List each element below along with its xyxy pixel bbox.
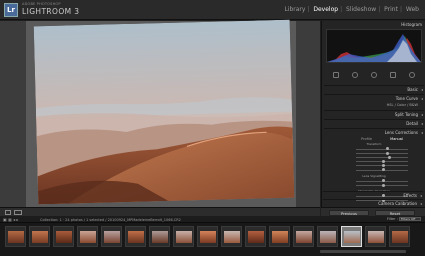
graduated-filter-icon[interactable] (390, 72, 397, 78)
filmstrip-thumb[interactable] (101, 226, 122, 247)
filmstrip-scrollbar[interactable] (320, 250, 406, 253)
tab-profile[interactable]: Profile (361, 137, 372, 141)
filmstrip-thumb[interactable] (293, 226, 314, 247)
spot-removal-icon[interactable] (351, 72, 358, 78)
histogram (326, 29, 422, 63)
app-logo: Lr (4, 3, 18, 17)
tool-strip (326, 70, 422, 80)
subhead-transform: Transform (366, 142, 382, 146)
right-panel: Histogram Basic Tone Curve HSL / Color /… (321, 21, 425, 207)
breadcrumb[interactable]: Collection: 1 · 24 photos / 1 selected /… (40, 218, 181, 222)
filter-control: Filter : Filters Off (386, 216, 421, 221)
back-icon[interactable]: ◂ (13, 217, 15, 222)
filmstrip-thumb[interactable] (365, 226, 386, 247)
top-bar: Lr ADOBE PHOTOSHOP LIGHTROOM 3 Library | … (0, 0, 425, 20)
filter-dropdown[interactable]: Filters Off (399, 216, 421, 221)
filmstrip-header: ▣ ▦ ◂ ▸ Collection: 1 · 24 photos / 1 se… (0, 216, 425, 223)
filmstrip-thumb[interactable] (269, 226, 290, 247)
filmstrip-thumb[interactable] (197, 226, 218, 247)
slider-row[interactable] (328, 168, 420, 172)
filmstrip-thumb[interactable] (173, 226, 194, 247)
bottom-toolbar (0, 207, 320, 216)
module-picker: Library | Develop | Slideshow | Print | Web (282, 6, 421, 13)
dune-photo-svg (33, 19, 295, 205)
lightroom-window: Lr ADOBE PHOTOSHOP LIGHTROOM 3 Library | … (0, 0, 425, 256)
filmstrip-thumb[interactable] (317, 226, 338, 247)
tab-manual[interactable]: Manual (390, 137, 403, 141)
loupe-view-icon[interactable] (5, 210, 11, 215)
module-print[interactable]: Print (382, 6, 400, 13)
filmstrip-thumb[interactable] (389, 226, 410, 247)
filmstrip-thumb[interactable] (221, 226, 242, 247)
section-split-toning[interactable]: Split Toning (324, 110, 424, 119)
filmstrip-nav: ▣ ▦ ◂ ▸ (3, 217, 18, 222)
transform-sliders (328, 147, 420, 172)
histogram-header[interactable]: Histogram (326, 22, 422, 29)
section-basic[interactable]: Basic (324, 85, 424, 94)
filmstrip-thumb[interactable] (125, 226, 146, 247)
previous-button[interactable]: Previous (329, 209, 369, 216)
module-library[interactable]: Library (282, 6, 307, 13)
filter-label: Filter : (386, 216, 398, 221)
module-develop[interactable]: Develop (311, 6, 340, 13)
vignetting-sliders (328, 179, 420, 187)
photo-image[interactable] (33, 19, 295, 205)
app-title: LIGHTROOM 3 (22, 7, 80, 16)
image-canvas[interactable] (0, 19, 320, 207)
before-after-icon[interactable] (14, 210, 22, 215)
adobe-label: ADOBE PHOTOSHOP (22, 2, 61, 6)
module-web[interactable]: Web (404, 6, 421, 13)
section-detail[interactable]: Detail (324, 119, 424, 128)
histogram-svg (327, 34, 421, 62)
grid-icon[interactable]: ▦ (8, 217, 12, 222)
filmstrip-thumb[interactable] (53, 226, 74, 247)
filmstrip-thumb[interactable] (77, 226, 98, 247)
module-slideshow[interactable]: Slideshow (344, 6, 378, 13)
filmstrip-thumb[interactable] (149, 226, 170, 247)
section-hsl[interactable]: HSL / Color / B&W (324, 103, 424, 109)
section-lens-corrections[interactable]: Lens Corrections (324, 128, 424, 137)
subhead-lens-vignetting: Lens Vignetting (362, 174, 386, 178)
lens-tabs: Profile Manual (352, 137, 412, 141)
filmstrip (0, 223, 425, 256)
reset-button[interactable]: Reset (375, 209, 415, 216)
adjustment-brush-icon[interactable] (409, 72, 416, 78)
crop-tool-icon[interactable] (332, 72, 339, 78)
secondary-window-icon[interactable]: ▣ (3, 217, 7, 222)
forward-icon[interactable]: ▸ (16, 217, 18, 222)
filmstrip-thumb[interactable] (245, 226, 266, 247)
section-camera-calibration[interactable]: Camera Calibration (323, 199, 423, 208)
section-effects[interactable]: Effects (323, 191, 423, 200)
filmstrip-thumb-selected[interactable] (341, 226, 362, 247)
red-eye-icon[interactable] (370, 72, 377, 78)
filmstrip-thumb[interactable] (29, 226, 50, 247)
filmstrip-thumb[interactable] (5, 226, 26, 247)
slider-row[interactable] (328, 183, 420, 187)
section-tone-curve[interactable]: Tone Curve (324, 94, 424, 103)
panel-buttons: Previous Reset (321, 207, 425, 216)
